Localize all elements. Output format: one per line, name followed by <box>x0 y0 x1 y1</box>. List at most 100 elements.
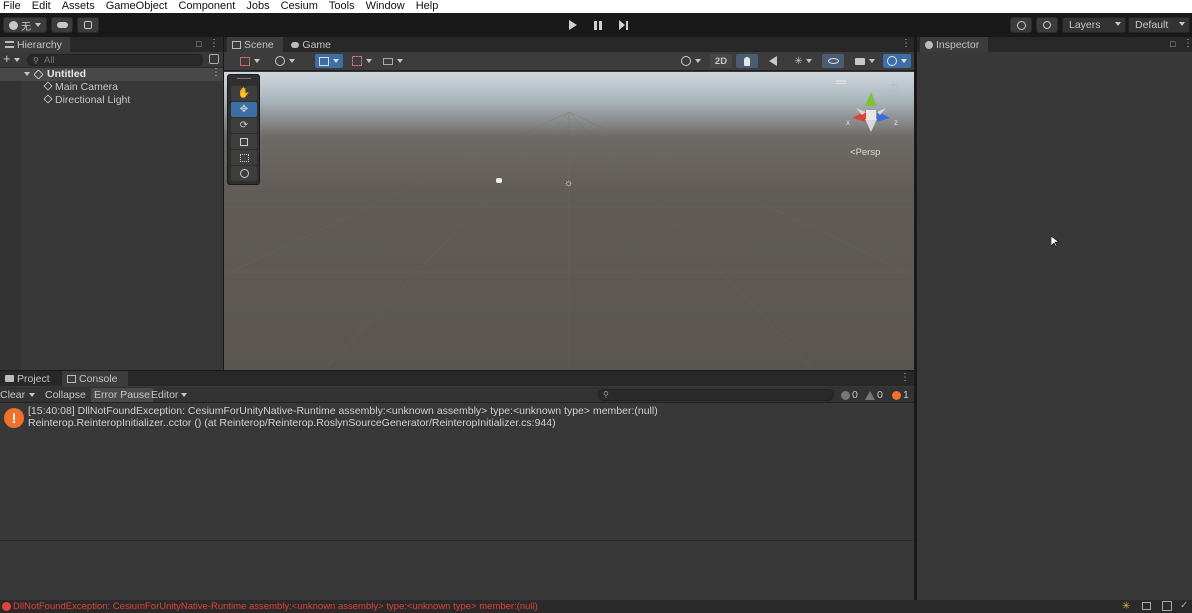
status-error-icon <box>2 602 11 611</box>
warning-count-toggle[interactable]: 0 <box>862 388 886 402</box>
hierarchy-search-input[interactable]: ⚲ All <box>27 54 203 66</box>
tab-game[interactable]: Game <box>286 37 336 52</box>
effects-icon: ✳ <box>794 55 803 67</box>
pause-button[interactable] <box>586 16 610 34</box>
progress-spinner-icon[interactable]: ✳ <box>1122 601 1130 612</box>
layout-dropdown[interactable]: Default <box>1128 17 1190 33</box>
hand-icon: ✋ <box>237 88 251 99</box>
editor-dropdown[interactable]: Editor <box>148 388 190 402</box>
filter-icon[interactable] <box>209 54 219 64</box>
camera-gizmo-icon[interactable] <box>496 178 502 183</box>
shading-mode-dropdown[interactable] <box>677 54 705 68</box>
collapse-button[interactable]: Collapse <box>42 388 89 402</box>
console-log-entry[interactable]: ! [15:40:08] DllNotFoundException: Cesiu… <box>0 404 914 432</box>
cloud-button[interactable] <box>51 17 73 33</box>
step-button[interactable] <box>611 16 635 34</box>
unity-scene-icon <box>33 69 44 80</box>
more-options-icon[interactable]: ⋮ <box>900 372 910 383</box>
rect-tool-button[interactable] <box>231 150 257 165</box>
perspective-toggle[interactable]: <Persp <box>850 147 880 158</box>
hierarchy-item-directional-light[interactable]: Directional Light <box>43 94 130 106</box>
move-tool-button[interactable]: ✥ <box>231 102 257 117</box>
error-pause-button[interactable]: Error Pause <box>91 388 154 402</box>
menu-component[interactable]: Component <box>178 0 235 13</box>
collab-button[interactable] <box>77 17 99 33</box>
snap-toggle[interactable] <box>315 54 343 68</box>
more-options-icon[interactable]: ⋮ <box>1183 38 1192 49</box>
rotate-tool-button[interactable]: ⟳ <box>231 118 257 133</box>
gamepad-icon <box>291 41 300 48</box>
camera-settings-dropdown[interactable] <box>851 54 879 68</box>
menu-window[interactable]: Window <box>366 0 405 13</box>
menu-edit[interactable]: Edit <box>32 0 51 13</box>
tab-game-label: Game <box>302 38 331 51</box>
hierarchy-item-label: Main Camera <box>55 81 119 93</box>
camera-icon <box>855 57 865 65</box>
chevron-down-icon <box>901 59 907 63</box>
cache-server-icon[interactable] <box>1142 602 1151 610</box>
debug-mode-icon[interactable] <box>1162 601 1172 611</box>
toggle-2d-button[interactable]: 2D <box>710 54 732 68</box>
tab-console[interactable]: Console <box>62 371 128 386</box>
more-options-icon[interactable]: ⋮ <box>209 38 219 49</box>
menu-help[interactable]: Help <box>416 0 439 13</box>
console-search-input[interactable]: ⚲ <box>598 389 834 401</box>
play-button[interactable] <box>561 16 585 34</box>
transform-tool-button[interactable] <box>231 166 257 181</box>
search-button[interactable] <box>1036 17 1058 33</box>
draw-mode-dropdown[interactable] <box>236 54 264 68</box>
grid-snap-dropdown[interactable] <box>348 54 376 68</box>
chevron-down-icon <box>35 23 41 27</box>
undo-history-button[interactable] <box>1010 17 1032 33</box>
play-icon <box>569 20 577 30</box>
scene-row[interactable]: Untitled ⋮ <box>0 67 223 81</box>
account-dropdown[interactable]: 无 <box>3 17 47 33</box>
status-message[interactable]: DllNotFoundException: CesiumForUnityNati… <box>13 601 538 612</box>
increment-snap-dropdown[interactable] <box>379 54 407 68</box>
gizmo-menu-icon[interactable] <box>836 80 846 82</box>
menu-jobs[interactable]: Jobs <box>246 0 269 13</box>
tab-scene[interactable]: Scene <box>227 37 283 52</box>
tab-inspector[interactable]: Inspector <box>920 37 988 52</box>
hand-tool-button[interactable]: ✋ <box>231 86 257 101</box>
effects-dropdown[interactable]: ✳ <box>789 54 817 68</box>
gizmos-dropdown[interactable] <box>883 54 911 68</box>
log-count-toggle[interactable]: 0 <box>838 388 861 402</box>
error-count-toggle[interactable]: 1 <box>889 388 912 402</box>
gizmo-menu-icon-line <box>836 83 846 84</box>
orientation-gizmo[interactable]: x z <box>836 80 906 140</box>
chevron-down-icon <box>805 59 812 63</box>
global-local-dropdown[interactable] <box>271 54 299 68</box>
tab-project[interactable]: Project <box>0 371 60 386</box>
tab-hierarchy[interactable]: Hierarchy <box>0 37 70 52</box>
menu-assets[interactable]: Assets <box>62 0 95 13</box>
scene-visibility-toggle[interactable] <box>822 54 844 68</box>
clear-button[interactable]: Clear <box>0 388 38 402</box>
eye-slash-icon <box>827 58 839 64</box>
add-button[interactable]: + <box>3 51 11 66</box>
audio-toggle[interactable] <box>762 54 784 68</box>
lock-icon[interactable]: □ <box>196 39 201 49</box>
layers-dropdown[interactable]: Layers <box>1062 17 1126 33</box>
menu-tools[interactable]: Tools <box>329 0 355 13</box>
scene-viewport[interactable]: ☼ x z <Persp <box>224 72 914 370</box>
palette-handle[interactable] <box>237 78 251 79</box>
perspective-label: Persp <box>855 147 881 158</box>
menu-gameobject[interactable]: GameObject <box>106 0 168 13</box>
log-count: 0 <box>852 389 858 401</box>
console-detail-divider[interactable] <box>0 540 914 541</box>
light-gizmo-icon[interactable]: ☼ <box>564 178 573 189</box>
more-options-icon[interactable]: ⋮ <box>211 67 221 78</box>
lighting-toggle[interactable] <box>736 54 758 68</box>
chevron-down-icon <box>254 59 260 63</box>
menu-file[interactable]: File <box>3 0 21 13</box>
lock-icon[interactable]: □ <box>1170 39 1175 49</box>
ruler-icon <box>383 57 393 65</box>
check-icon[interactable]: ✓ <box>1180 600 1188 611</box>
scale-tool-button[interactable] <box>231 134 257 149</box>
transform-icon <box>239 169 249 178</box>
more-options-icon[interactable]: ⋮ <box>901 38 911 49</box>
expand-arrow-icon[interactable] <box>24 72 30 76</box>
menu-cesium[interactable]: Cesium <box>281 0 318 13</box>
hierarchy-item-main-camera[interactable]: Main Camera <box>43 81 119 93</box>
